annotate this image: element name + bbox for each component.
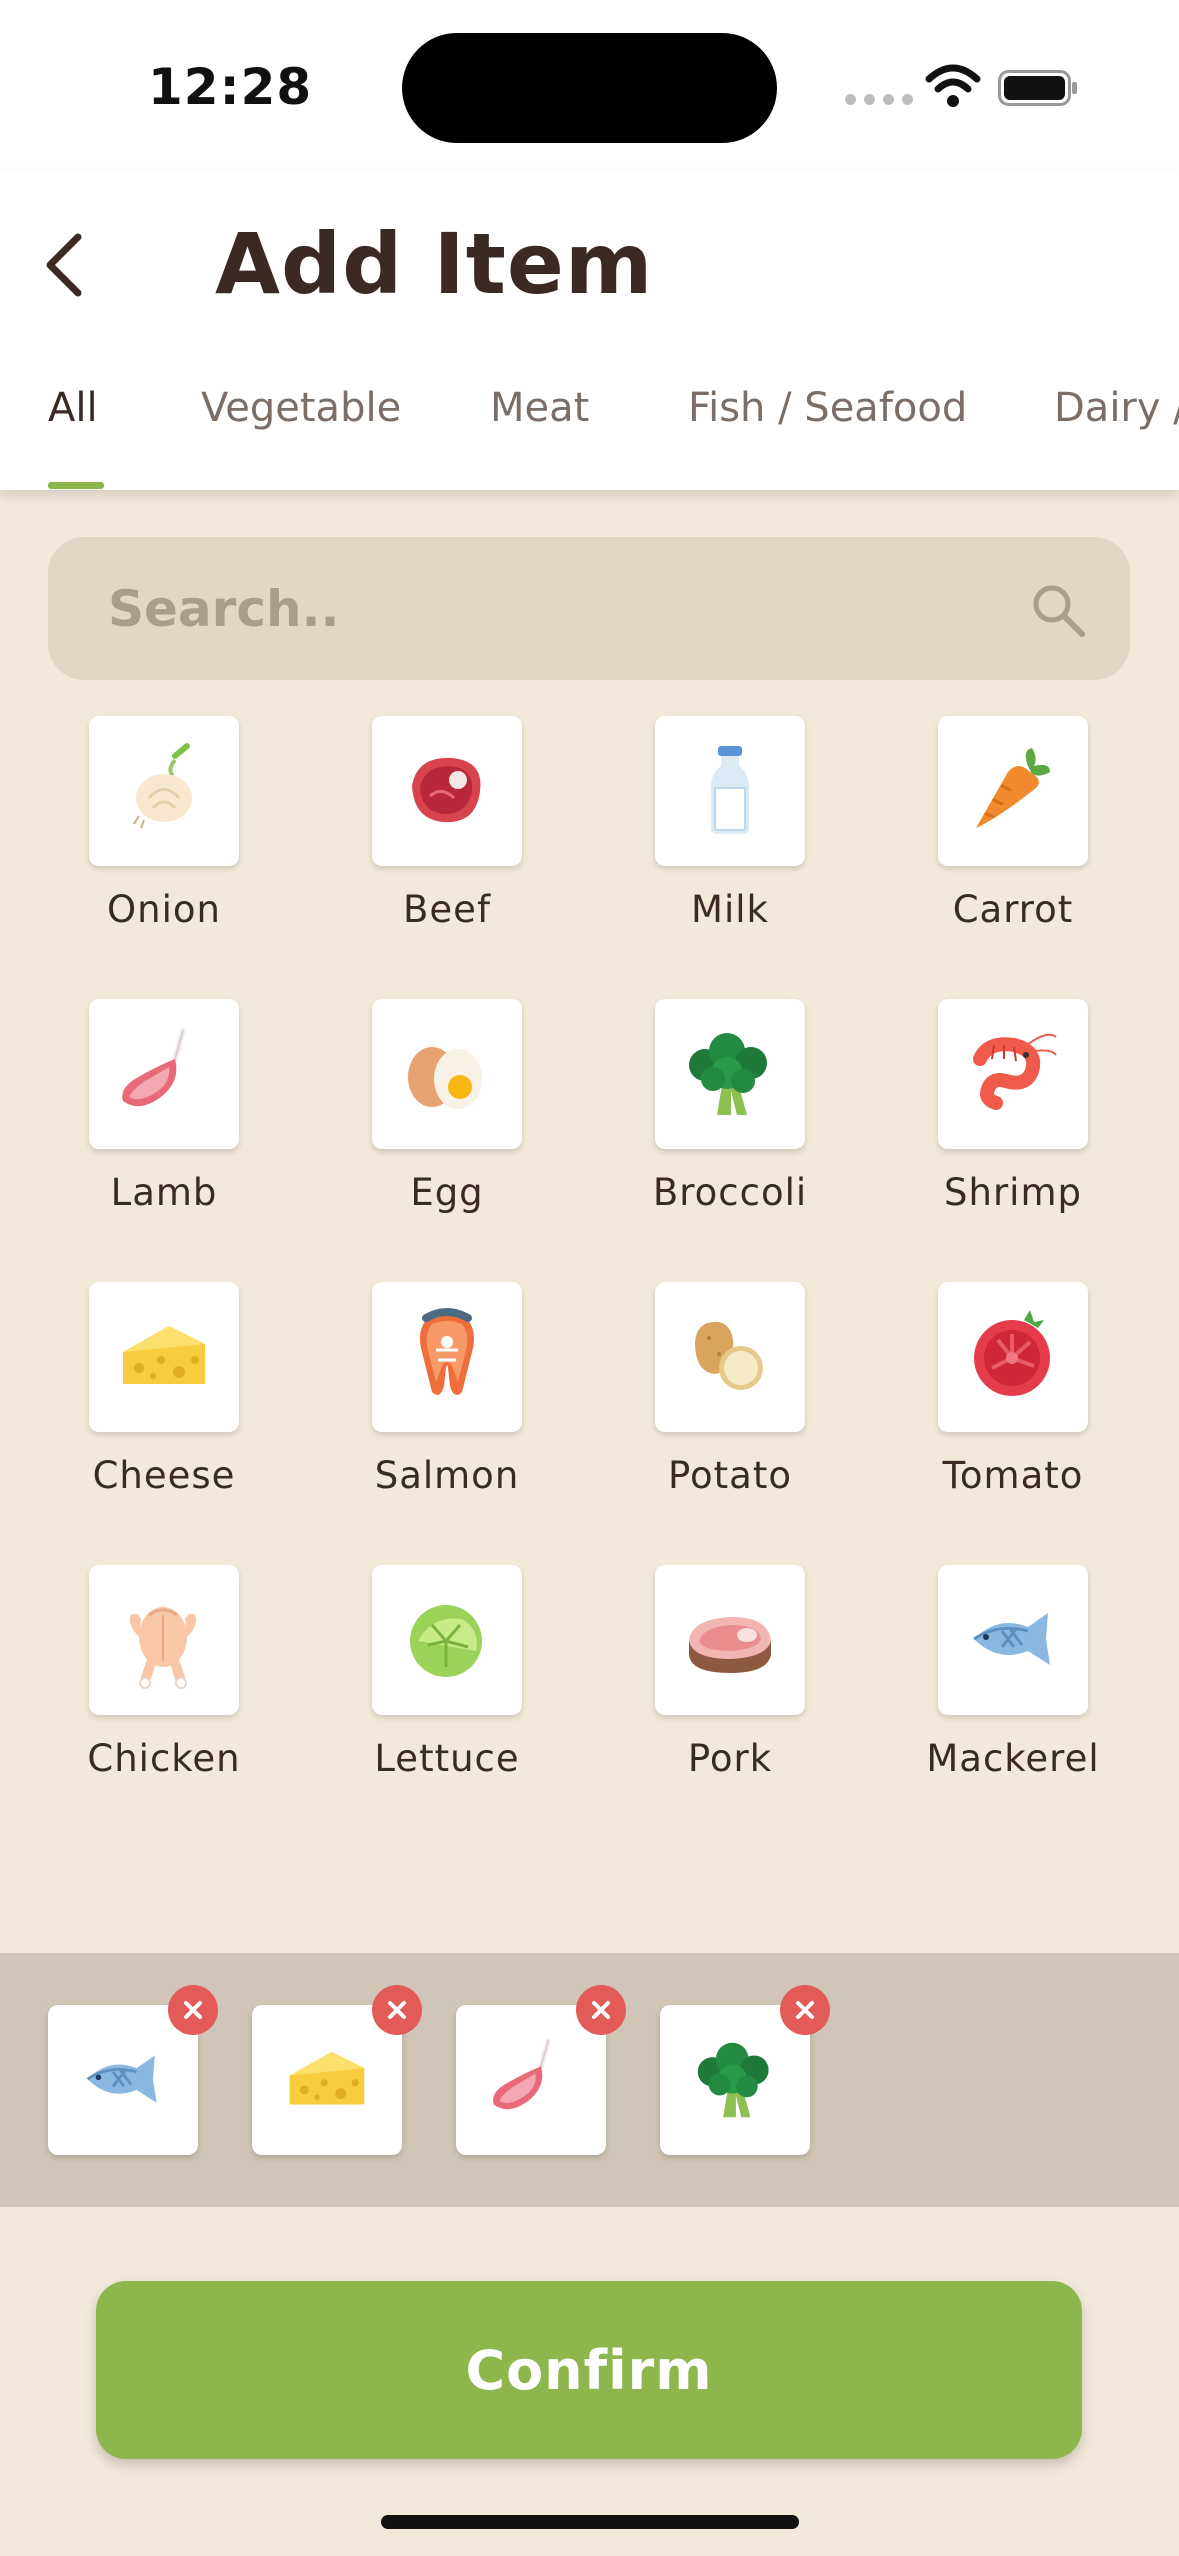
chicken-icon bbox=[109, 1585, 219, 1695]
lamb-icon bbox=[481, 2030, 581, 2130]
item-potato[interactable]: Potato bbox=[630, 1282, 830, 1497]
remove-selected-button[interactable] bbox=[168, 1985, 218, 2035]
tomato-icon bbox=[972, 1308, 1052, 1398]
item-label: Egg bbox=[410, 1171, 484, 1214]
onion-icon bbox=[109, 736, 219, 846]
item-label: Milk bbox=[691, 888, 769, 931]
item-label: Pork bbox=[687, 1737, 773, 1780]
item-label: Broccoli bbox=[652, 1171, 808, 1214]
remove-selected-button[interactable] bbox=[576, 1985, 626, 2035]
item-beef[interactable]: Beef bbox=[347, 716, 547, 931]
status-bar: 12:28 bbox=[0, 0, 1179, 170]
item-lettuce[interactable]: Lettuce bbox=[347, 1565, 547, 1780]
salmon-icon bbox=[392, 1302, 502, 1412]
broccoli-icon bbox=[689, 1033, 767, 1115]
tab-fish-seafood[interactable]: Fish / Seafood bbox=[688, 385, 967, 431]
cellular-signal-icon bbox=[845, 94, 913, 105]
back-arrow-icon[interactable] bbox=[36, 225, 96, 305]
selected-items-tray bbox=[0, 1953, 1179, 2207]
close-icon bbox=[388, 2001, 406, 2019]
wifi-icon bbox=[925, 64, 981, 107]
item-label: Cheese bbox=[92, 1454, 236, 1497]
item-label: Beef bbox=[403, 888, 491, 931]
item-egg[interactable]: Egg bbox=[347, 999, 547, 1214]
status-time: 12:28 bbox=[148, 58, 313, 116]
search-icon[interactable] bbox=[1028, 580, 1088, 640]
item-label: Tomato bbox=[942, 1454, 1084, 1497]
category-tabs: All Vegetable Meat Fish / Seafood Dairy … bbox=[0, 365, 1179, 490]
cheese-icon bbox=[123, 1326, 205, 1384]
search-input[interactable] bbox=[108, 537, 1008, 680]
active-tab-indicator bbox=[48, 482, 104, 489]
item-label: Potato bbox=[668, 1454, 792, 1497]
item-shrimp[interactable]: Shrimp bbox=[913, 999, 1113, 1214]
item-milk[interactable]: Milk bbox=[630, 716, 830, 931]
tab-vegetable[interactable]: Vegetable bbox=[201, 385, 401, 431]
item-label: Salmon bbox=[374, 1454, 520, 1497]
close-icon bbox=[592, 2001, 610, 2019]
lamb-icon bbox=[109, 1019, 219, 1129]
item-tomato[interactable]: Tomato bbox=[913, 1282, 1113, 1497]
item-label: Lamb bbox=[110, 1171, 218, 1214]
item-label: Shrimp bbox=[944, 1171, 1082, 1214]
tab-dairy[interactable]: Dairy / bbox=[1054, 385, 1179, 431]
carrot-icon bbox=[974, 746, 1052, 830]
confirm-button[interactable]: Confirm bbox=[96, 2281, 1082, 2459]
tab-meat[interactable]: Meat bbox=[490, 385, 589, 431]
item-label: Mackerel bbox=[926, 1737, 1100, 1780]
selected-item-lamb[interactable] bbox=[456, 1985, 626, 2155]
broccoli-icon bbox=[697, 2042, 769, 2118]
selected-item-broccoli[interactable] bbox=[660, 1985, 830, 2155]
item-label: Onion bbox=[107, 888, 221, 931]
lettuce-icon bbox=[408, 1603, 484, 1679]
item-lamb[interactable]: Lamb bbox=[64, 999, 264, 1214]
tab-all[interactable]: All bbox=[48, 385, 98, 431]
search-bar bbox=[48, 537, 1130, 680]
beef-icon bbox=[410, 756, 482, 824]
item-label: Lettuce bbox=[374, 1737, 520, 1780]
item-label: Carrot bbox=[952, 888, 1074, 931]
item-cheese[interactable]: Cheese bbox=[64, 1282, 264, 1497]
item-mackerel[interactable]: Mackerel bbox=[913, 1565, 1113, 1780]
shrimp-icon bbox=[958, 1019, 1068, 1129]
remove-selected-button[interactable] bbox=[372, 1985, 422, 2035]
item-chicken[interactable]: Chicken bbox=[64, 1565, 264, 1780]
mackerel-icon bbox=[86, 2054, 158, 2105]
cheese-icon bbox=[289, 2051, 365, 2105]
page-title: Add Item bbox=[215, 215, 654, 313]
potato-icon bbox=[695, 1321, 763, 1390]
item-carrot[interactable]: Carrot bbox=[913, 716, 1113, 931]
item-label: Chicken bbox=[87, 1737, 241, 1780]
close-icon bbox=[796, 2001, 814, 2019]
close-icon bbox=[184, 2001, 202, 2019]
item-broccoli[interactable]: Broccoli bbox=[630, 999, 830, 1214]
header: Add Item All Vegetable Meat Fish / Seafo… bbox=[0, 170, 1179, 490]
selected-item-cheese[interactable] bbox=[252, 1985, 422, 2155]
egg-icon bbox=[408, 1047, 482, 1109]
milk-icon bbox=[710, 745, 750, 835]
dynamic-island bbox=[402, 33, 777, 143]
selected-item-mackerel[interactable] bbox=[48, 1985, 218, 2155]
item-salmon[interactable]: Salmon bbox=[347, 1282, 547, 1497]
pork-icon bbox=[689, 1617, 771, 1673]
mackerel-icon bbox=[972, 1611, 1052, 1667]
remove-selected-button[interactable] bbox=[780, 1985, 830, 2035]
item-onion[interactable]: Onion bbox=[64, 716, 264, 931]
home-indicator bbox=[381, 2515, 799, 2529]
battery-icon bbox=[998, 70, 1077, 106]
item-pork[interactable]: Pork bbox=[630, 1565, 830, 1780]
